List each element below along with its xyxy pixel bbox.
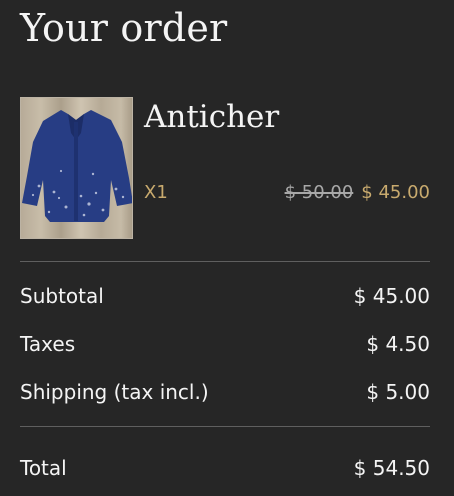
total-value: $ 54.50 [353,456,430,480]
product-name: Anticher [144,99,280,135]
total-label: Total [20,456,67,480]
product-quantity: X1 [144,182,168,203]
blue-shirt-photo [22,110,132,222]
total-divider [20,426,430,427]
shipping-label: Shipping (tax incl.) [20,380,209,404]
subtotal-row: Subtotal $ 45.00 [20,284,430,314]
subtotal-value: $ 45.00 [353,284,430,308]
sale-price: $ 45.00 [361,182,430,203]
item-divider [20,261,430,262]
original-price: $ 50.00 [284,182,354,203]
order-title: Your order [20,6,228,50]
shipping-row: Shipping (tax incl.) $ 5.00 [20,380,430,410]
order-item: Anticher X1 $ 50.00 $ 45.00 [20,97,430,239]
subtotal-label: Subtotal [20,284,104,308]
shipping-value: $ 5.00 [366,380,430,404]
order-summary-panel: Your order Anticher X1 $ 50.00 $ 45.00 S… [0,0,454,496]
product-prices: $ 50.00 $ 45.00 [285,182,430,203]
taxes-value: $ 4.50 [366,332,430,356]
taxes-row: Taxes $ 4.50 [20,332,430,362]
total-row: Total $ 54.50 [20,456,430,486]
product-image [20,97,133,239]
taxes-label: Taxes [20,332,76,356]
